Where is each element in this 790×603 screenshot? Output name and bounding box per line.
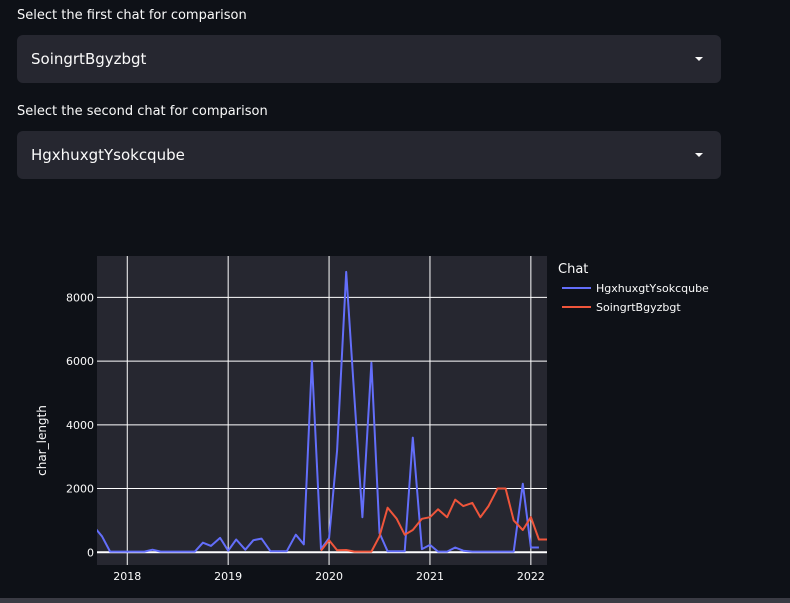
chevron-down-icon: [695, 57, 703, 61]
legend-title: Chat: [558, 262, 588, 277]
first-chat-label: Select the first chat for comparison: [17, 8, 247, 23]
y-tick-label: 0: [87, 546, 94, 559]
second-chat-select[interactable]: HgxhuxgtYsokcqube: [17, 131, 721, 179]
y-tick-label: 4000: [66, 419, 94, 432]
page: Select the first chat for comparison Soi…: [0, 0, 790, 603]
y-tick-label: 8000: [66, 291, 94, 304]
first-chat-select[interactable]: SoingrtBgyzbgt: [17, 35, 721, 83]
y-tick-label: 6000: [66, 355, 94, 368]
y-tick-label: 2000: [66, 483, 94, 496]
chevron-down-icon: [695, 153, 703, 157]
first-chat-select-value: SoingrtBgyzbgt: [31, 50, 147, 68]
second-chat-label: Select the second chat for comparison: [17, 104, 268, 119]
plot-background: [97, 256, 547, 565]
legend[interactable]: Chat HgxhuxgtYsokcqube SoingrtBgyzbgt: [558, 262, 709, 314]
legend-item-label[interactable]: SoingrtBgyzbgt: [596, 301, 681, 314]
legend-item-label[interactable]: HgxhuxgtYsokcqube: [596, 282, 709, 295]
x-tick-label: 2022: [517, 570, 545, 583]
line-chart[interactable]: 2018 2019 2020 2021 2022 0 2000 4000 6000 8000 ch…: [0, 230, 790, 600]
y-axis-title: char_length: [35, 405, 49, 476]
chart-container: 2018 2019 2020 2021 2022 0 2000 4000 6000 8000 ch…: [0, 230, 790, 600]
x-tick-label: 2018: [113, 570, 141, 583]
x-tick-label: 2021: [416, 570, 444, 583]
x-tick-label: 2020: [315, 570, 343, 583]
x-tick-label: 2019: [214, 570, 242, 583]
bottom-scrollbar[interactable]: [0, 598, 790, 603]
second-chat-select-value: HgxhuxgtYsokcqube: [31, 146, 185, 164]
